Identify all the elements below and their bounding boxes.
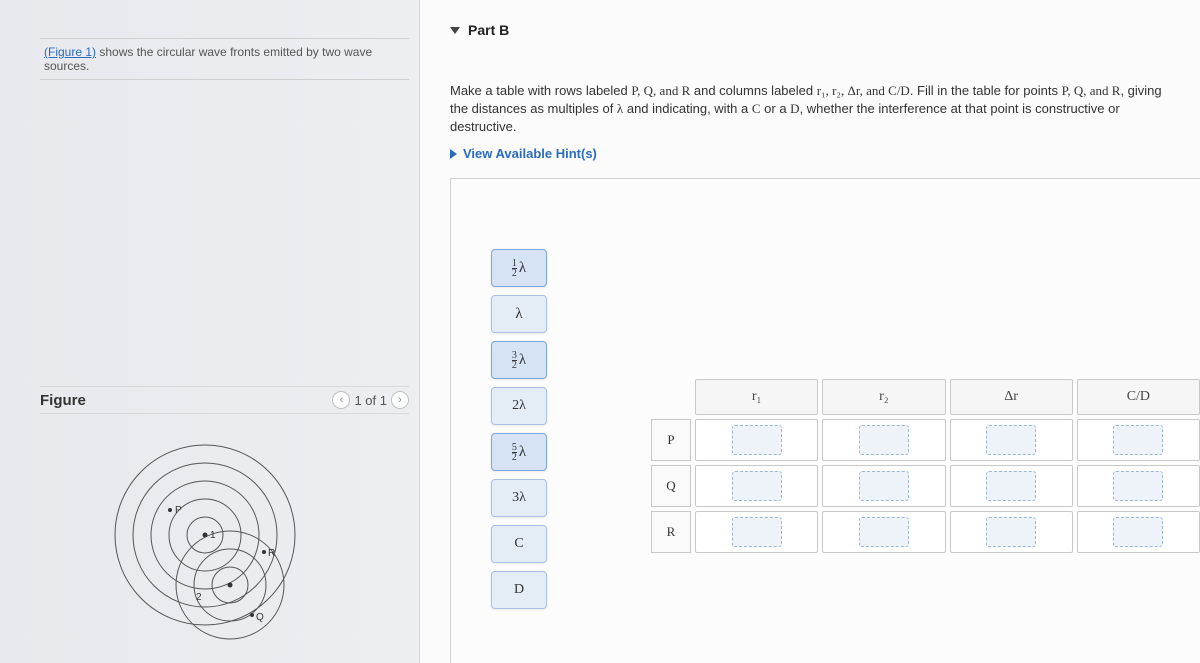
part-header[interactable]: Part B bbox=[450, 22, 509, 38]
figure-prev-button[interactable]: ‹ bbox=[332, 391, 350, 409]
diagram-label-Q: Q bbox=[256, 612, 264, 623]
cell-P-r1[interactable] bbox=[695, 419, 818, 461]
chip-three-lambda[interactable]: 3λ bbox=[491, 479, 547, 517]
chip-half-lambda[interactable]: 12λ bbox=[491, 249, 547, 287]
chip-C[interactable]: C bbox=[491, 525, 547, 563]
figure-header: Figure ‹ 1 of 1 › bbox=[40, 386, 409, 414]
row-label-P: P bbox=[651, 419, 691, 461]
instructions: Make a table with rows labeled P, Q, and… bbox=[450, 82, 1170, 137]
cell-P-r2[interactable] bbox=[822, 419, 945, 461]
col-header-dr: Δr bbox=[950, 379, 1073, 415]
diagram-label-2: 2 bbox=[196, 592, 202, 603]
figure-pager-label: 1 of 1 bbox=[354, 393, 387, 408]
answer-table: r₁ r₂ Δr C/D P Q R bbox=[651, 379, 1200, 553]
cell-Q-dr[interactable] bbox=[950, 465, 1073, 507]
cell-R-dr[interactable] bbox=[950, 511, 1073, 553]
col-header-r2: r₂ bbox=[822, 379, 945, 415]
chip-D[interactable]: D bbox=[491, 571, 547, 609]
col-header-r1: r₁ bbox=[695, 379, 818, 415]
table-corner bbox=[651, 379, 691, 415]
diagram-label-P: P bbox=[175, 505, 182, 516]
diagram-label-R: R bbox=[268, 548, 275, 559]
cell-R-r1[interactable] bbox=[695, 511, 818, 553]
chip-two-lambda[interactable]: 2λ bbox=[491, 387, 547, 425]
cell-P-dr[interactable] bbox=[950, 419, 1073, 461]
chip-three-half-lambda[interactable]: 32λ bbox=[491, 341, 547, 379]
cell-Q-r1[interactable] bbox=[695, 465, 818, 507]
figure-title: Figure bbox=[40, 392, 86, 409]
chip-palette: 12λ λ 32λ 2λ 52λ 3λ C D bbox=[491, 249, 551, 609]
col-header-cd: C/D bbox=[1077, 379, 1200, 415]
diagram-label-1: 1 bbox=[210, 530, 216, 541]
figure-next-button[interactable]: › bbox=[391, 391, 409, 409]
hints-label: View Available Hint(s) bbox=[463, 146, 597, 161]
figure-diagram: P 1 2 R Q bbox=[110, 440, 330, 640]
cell-R-r2[interactable] bbox=[822, 511, 945, 553]
cell-Q-cd[interactable] bbox=[1077, 465, 1200, 507]
right-panel: Part B Make a table with rows labeled P,… bbox=[420, 0, 1200, 663]
part-title: Part B bbox=[468, 22, 509, 38]
row-label-Q: Q bbox=[651, 465, 691, 507]
chip-lambda[interactable]: λ bbox=[491, 295, 547, 333]
figure-pager: ‹ 1 of 1 › bbox=[332, 391, 409, 409]
cell-P-cd[interactable] bbox=[1077, 419, 1200, 461]
chip-five-half-lambda[interactable]: 52λ bbox=[491, 433, 547, 471]
cell-R-cd[interactable] bbox=[1077, 511, 1200, 553]
intro-text: (Figure 1) shows the circular wave front… bbox=[40, 38, 409, 80]
collapse-icon bbox=[450, 27, 460, 34]
expand-icon bbox=[450, 149, 457, 159]
figure-link[interactable]: (Figure 1) bbox=[44, 45, 96, 59]
view-hints-button[interactable]: View Available Hint(s) bbox=[450, 146, 597, 161]
left-panel: (Figure 1) shows the circular wave front… bbox=[0, 0, 420, 663]
row-label-R: R bbox=[651, 511, 691, 553]
answer-area: 12λ λ 32λ 2λ 52λ 3λ C D r₁ r₂ Δr C/D P Q bbox=[450, 178, 1200, 663]
cell-Q-r2[interactable] bbox=[822, 465, 945, 507]
